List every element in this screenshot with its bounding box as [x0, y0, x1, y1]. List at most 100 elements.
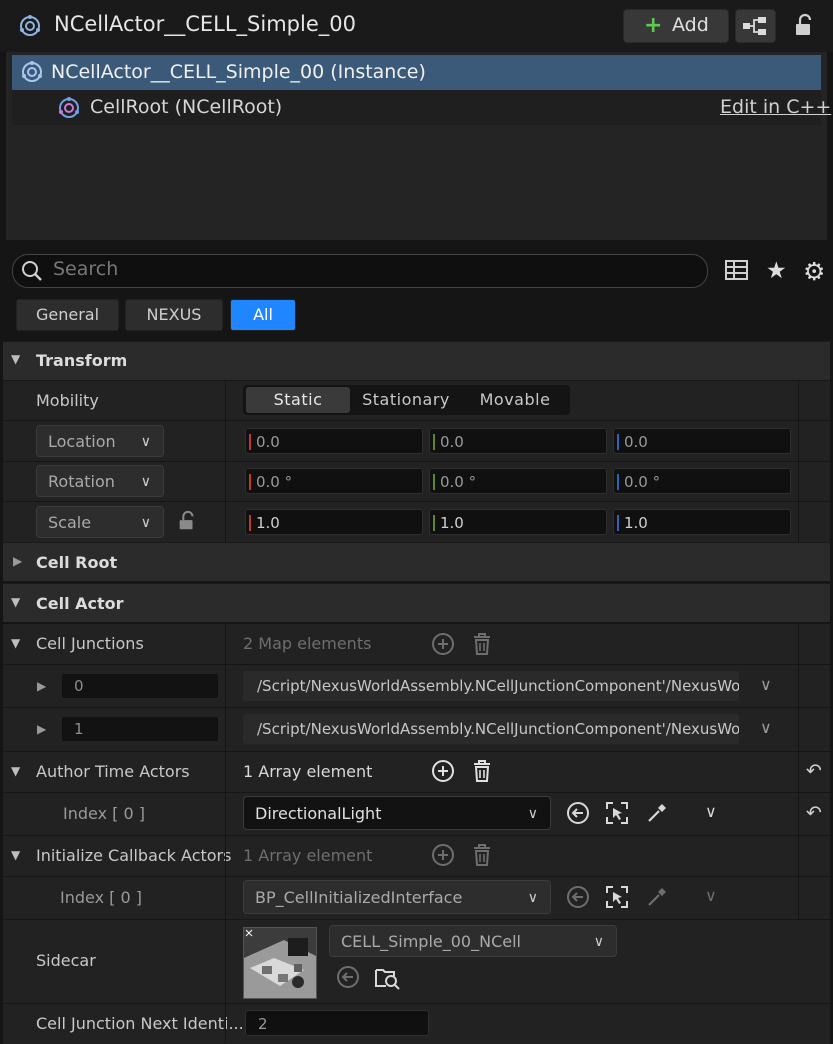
next-id-label: Cell Junction Next Identi... [36, 1014, 244, 1033]
filter-all[interactable]: All [230, 299, 296, 331]
sidecar-thumbnail[interactable] [243, 927, 317, 999]
lock-icon[interactable] [176, 510, 198, 536]
junction-key-field[interactable]: 0 [62, 674, 218, 698]
mobility-label: Mobility [36, 391, 99, 410]
rotation-dropdown[interactable]: Rotation ∨ [36, 465, 164, 497]
eyedropper-icon[interactable] [645, 801, 669, 829]
junction-value-field[interactable]: /Script/NexusWorldAssembly.NCellJunction… [243, 714, 739, 744]
chevron-down-icon[interactable]: ∨ [705, 886, 717, 905]
scale-x-value: 1.0 [256, 514, 280, 532]
search-icon [20, 259, 44, 287]
initialize-callback-actors-label: Initialize Callback Actors [36, 846, 232, 865]
transform-header: Transform [36, 351, 128, 370]
trash-icon[interactable] [471, 632, 493, 660]
rotation-y-field[interactable]: 0.0 ° [429, 468, 607, 494]
edit-in-cpp-link[interactable]: Edit in C++ [720, 96, 831, 118]
add-element-icon[interactable] [431, 759, 455, 787]
collapse-arrow-icon[interactable]: ▼ [11, 764, 20, 778]
add-component-button[interactable]: + Add [623, 9, 729, 43]
expand-arrow-icon[interactable]: ▶ [37, 722, 46, 736]
rotation-y-value: 0.0 ° [440, 473, 477, 491]
junction-value-field[interactable]: /Script/NexusWorldAssembly.NCellJunction… [243, 671, 739, 701]
mobility-stationary[interactable]: Stationary [354, 387, 458, 413]
table-view-icon[interactable] [724, 258, 750, 286]
location-dropdown[interactable]: Location ∨ [36, 425, 164, 457]
chevron-down-icon[interactable]: ∨ [705, 802, 717, 821]
eyedropper-icon[interactable] [645, 885, 669, 913]
trash-icon[interactable] [471, 843, 493, 871]
column-separator [798, 380, 799, 542]
filter-nexus[interactable]: NEXUS [125, 299, 223, 331]
scale-dropdown[interactable]: Scale ∨ [36, 506, 164, 538]
blueprint-hierarchy-button[interactable] [735, 9, 776, 43]
scale-x-field[interactable]: 1.0 [245, 509, 423, 535]
lock-icon[interactable] [792, 13, 816, 41]
sidecar-value: CELL_Simple_00_NCell [341, 932, 521, 951]
location-label: Location [48, 432, 116, 451]
chevron-down-icon: ∨ [140, 434, 151, 450]
chevron-down-icon[interactable]: ∨ [760, 718, 772, 737]
browse-icon[interactable] [374, 964, 400, 994]
column-separator [798, 623, 799, 919]
expand-arrow-icon[interactable]: ▶ [37, 679, 46, 693]
author-time-actors-label: Author Time Actors [36, 762, 190, 781]
callback-actor-value: BP_CellInitializedInterface [255, 888, 463, 907]
select-actor-icon[interactable] [605, 801, 629, 829]
blueprint-icon [57, 96, 81, 124]
select-actor-icon[interactable] [605, 885, 629, 913]
rotation-label: Rotation [48, 472, 115, 491]
reset-icon[interactable]: ↶ [806, 760, 822, 782]
use-selected-icon[interactable] [566, 885, 590, 913]
add-element-icon[interactable] [431, 632, 455, 660]
sidecar-dropdown[interactable]: CELL_Simple_00_NCell ∨ [329, 925, 617, 957]
junction-value-text: /Script/NexusWorldAssembly.NCellJunction… [257, 677, 739, 695]
search-placeholder: Search [53, 258, 119, 280]
mobility-static[interactable]: Static [246, 387, 350, 413]
location-x-field[interactable]: 0.0 [245, 428, 423, 454]
rotation-x-field[interactable]: 0.0 ° [245, 468, 423, 494]
scale-z-value: 1.0 [624, 514, 648, 532]
next-id-value: 2 [258, 1015, 268, 1033]
collapse-arrow-icon[interactable]: ▼ [11, 636, 20, 650]
use-selected-icon[interactable] [336, 965, 360, 993]
collapse-arrow-icon[interactable]: ▼ [11, 848, 20, 862]
scale-y-field[interactable]: 1.0 [429, 509, 607, 535]
callback-actor-dropdown[interactable]: BP_CellInitializedInterface ∨ [243, 880, 551, 914]
filter-general[interactable]: General [16, 299, 119, 331]
category-cell-root[interactable] [3, 542, 830, 581]
scale-label: Scale [48, 513, 92, 532]
next-id-field[interactable]: 2 [245, 1010, 429, 1036]
chevron-down-icon: ∨ [527, 806, 538, 822]
cell-root-header: Cell Root [36, 553, 118, 572]
add-element-icon[interactable] [431, 843, 455, 871]
add-label: Add [672, 14, 709, 36]
author-actor-dropdown[interactable]: DirectionalLight ∨ [243, 796, 551, 830]
location-z-field[interactable]: 0.0 [613, 428, 791, 454]
column-separator [225, 623, 226, 1043]
reset-icon[interactable]: ↶ [806, 802, 822, 824]
rotation-z-field[interactable]: 0.0 ° [613, 468, 791, 494]
location-z-value: 0.0 [624, 433, 648, 451]
rotation-x-value: 0.0 ° [256, 473, 293, 491]
use-selected-icon[interactable] [566, 801, 590, 829]
chevron-down-icon: ∨ [527, 890, 538, 906]
settings-icon[interactable]: ⚙ [803, 257, 825, 286]
chevron-down-icon[interactable]: ∨ [760, 675, 772, 694]
component-root-label: CellRoot (NCellRoot) [90, 96, 283, 118]
cell-junctions-count: 2 Map elements [243, 634, 372, 653]
mobility-movable[interactable]: Movable [462, 387, 568, 413]
scale-z-field[interactable]: 1.0 [613, 509, 791, 535]
cell-junctions-label: Cell Junctions [36, 634, 144, 653]
junction-key-field[interactable]: 1 [62, 717, 218, 741]
trash-icon[interactable] [471, 759, 493, 787]
actor-icon [18, 14, 42, 42]
location-y-field[interactable]: 0.0 [429, 428, 607, 454]
star-icon[interactable]: ★ [766, 258, 787, 284]
location-x-value: 0.0 [256, 433, 280, 451]
author-actor-value: DirectionalLight [255, 804, 382, 823]
collapse-arrow-icon: ▼ [11, 595, 21, 609]
category-cell-actor[interactable] [3, 583, 830, 622]
expand-arrow-icon: ▶ [13, 554, 23, 568]
actor-icon [20, 60, 44, 88]
add-plus-icon: + [644, 13, 663, 38]
